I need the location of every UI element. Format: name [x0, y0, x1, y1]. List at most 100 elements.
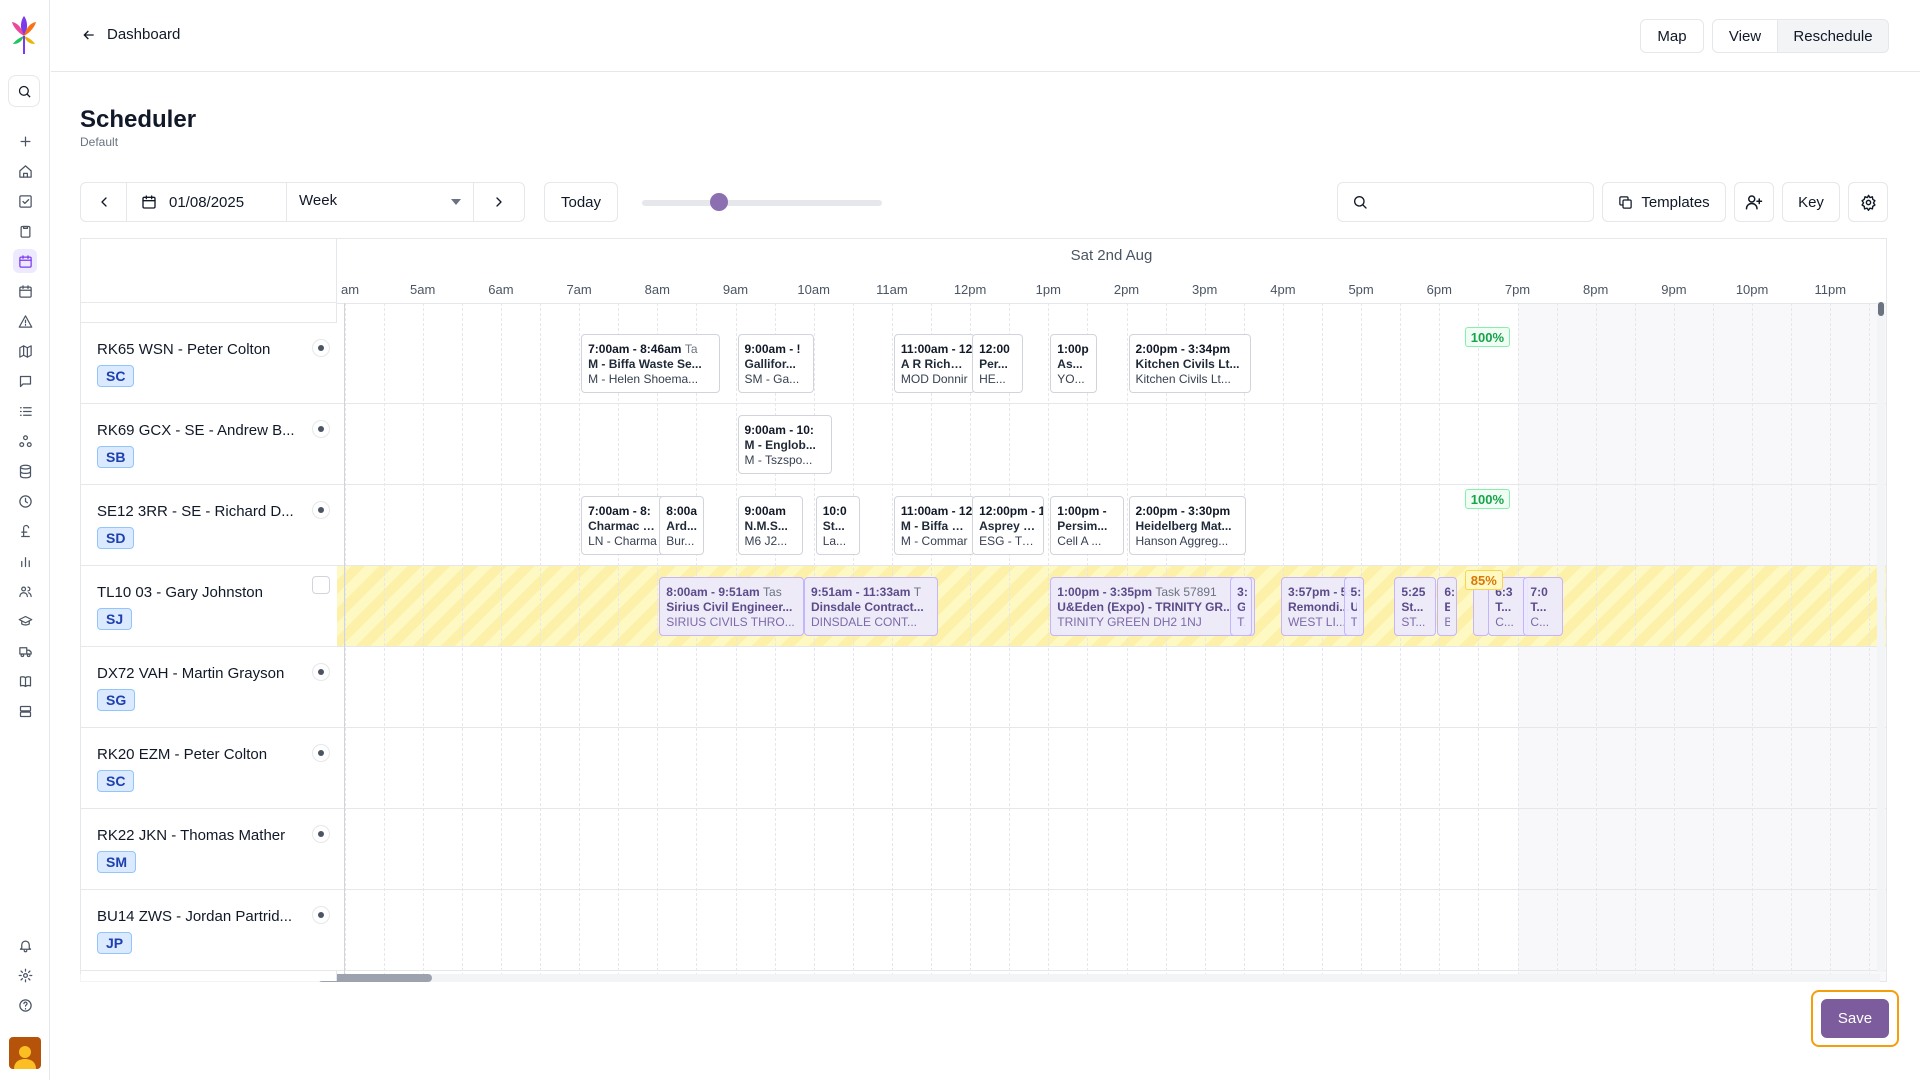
row-status-dot[interactable] [312, 663, 330, 681]
job-time: 2:00pm - 3:30pm [1135, 504, 1231, 518]
view-button[interactable]: View [1712, 19, 1778, 53]
database-icon[interactable] [13, 459, 37, 483]
job-card[interactable]: 7:0 T... C... [1523, 577, 1564, 636]
next-period-button[interactable] [473, 182, 525, 222]
server-icon[interactable] [13, 699, 37, 723]
calendar-icon[interactable] [13, 249, 37, 273]
row-track[interactable] [337, 728, 1886, 809]
truck-icon[interactable] [13, 639, 37, 663]
network-icon[interactable] [13, 429, 37, 453]
job-card[interactable]: 12:00pm - 1: Asprey St JoESG - Travis [972, 496, 1045, 555]
row-status-dot[interactable] [312, 420, 330, 438]
resource-row[interactable]: TL10 03 - Gary Johnston SJ [81, 566, 337, 647]
search-box[interactable] [1337, 182, 1594, 222]
job-card[interactable]: 7:00am - 8: Charmac Lir LN - Charma [581, 496, 666, 555]
resource-row[interactable]: DX72 VAH - Martin Grayson SG [81, 647, 337, 728]
job-card[interactable]: 1:00pm - 3:35pm Task 57891 U&Eden (Expo) … [1050, 577, 1256, 636]
zoom-slider-thumb[interactable] [710, 193, 728, 211]
row-status-dot[interactable] [312, 906, 330, 924]
row-status-dot[interactable] [312, 825, 330, 843]
job-card[interactable]: 1:00pm - Persim... Cell A ... [1050, 496, 1125, 555]
row-track[interactable] [337, 323, 1886, 404]
resource-row[interactable]: SE12 3RR - SE - Richard D... SD [81, 485, 337, 566]
row-track[interactable] [337, 647, 1886, 728]
job-card[interactable]: 7:00am - 8:46am Ta M - Biffa Waste Se... M… [581, 334, 721, 393]
map-button[interactable]: Map [1640, 19, 1704, 53]
resource-row[interactable]: RK22 JKN - Thomas Mather SM [81, 809, 337, 890]
job-card[interactable]: 11:00am - 12 A R RichardsMOD Donnir [893, 334, 975, 393]
row-status-dot[interactable] [312, 744, 330, 762]
hour-label: 9pm [1661, 282, 1687, 297]
job-card[interactable]: 9:51am - 11:33am T Dinsdale Contract... DI… [803, 577, 938, 636]
job-card[interactable]: 5:25 St... ST... [1394, 577, 1437, 636]
book-icon[interactable] [13, 669, 37, 693]
home-icon[interactable] [13, 159, 37, 183]
list-icon[interactable] [13, 399, 37, 423]
history-icon[interactable] [13, 489, 37, 513]
job-card[interactable]: 12:00 Per... HE... [972, 334, 1024, 393]
clipboard-icon[interactable] [13, 219, 37, 243]
scheduler-settings-button[interactable] [1848, 182, 1888, 222]
job-card[interactable]: 9:00am - ! Gallifor... SM - Ga... [737, 334, 814, 393]
search-input[interactable] [1378, 194, 1578, 210]
add-resource-button[interactable] [1734, 182, 1774, 222]
job-card[interactable]: 11:00am - 12 M - Biffa Wa M - Commar [893, 496, 975, 555]
job-customer: St... [1401, 600, 1424, 614]
job-card[interactable]: 2:00pm - 3:34pm Kitchen Civils Lt... Kitc… [1128, 334, 1251, 393]
job-card[interactable]: 9:00am N.M.S... M6 J2... [737, 496, 803, 555]
message-icon[interactable] [13, 369, 37, 393]
resource-row[interactable]: RK65 WSN - Peter Colton SC [81, 323, 337, 404]
calendar-clock-icon[interactable] [13, 279, 37, 303]
back-to-dashboard-link[interactable]: Dashboard [81, 26, 180, 43]
timeline: Sat 2nd Aug am 5am 6am 7am 8am 9am 10am 11am 12p… [337, 239, 1886, 981]
job-customer: Gallifor... [744, 357, 796, 371]
resource-row[interactable]: BU14 ZWS - Jordan Partrid... JP [81, 890, 337, 971]
header-divider [337, 303, 1886, 304]
row-track[interactable] [337, 890, 1886, 971]
range-select[interactable]: Week [286, 182, 474, 222]
settings-icon[interactable] [13, 963, 37, 987]
resource-row[interactable]: RK69 GCX - SE - Andrew B... SB [81, 404, 337, 485]
row-status-dot[interactable] [312, 339, 330, 357]
row-track[interactable] [337, 404, 1886, 485]
resource-row[interactable]: RK20 EZM - Peter Colton SC [81, 728, 337, 809]
job-card[interactable]: 9:00am - 10: M - Englob... M - Tszspo... [737, 415, 832, 474]
prev-period-button[interactable] [80, 182, 127, 222]
bar-chart-icon[interactable] [13, 549, 37, 573]
job-card[interactable]: 6: E.B. [1437, 577, 1458, 636]
graduation-cap-icon[interactable] [13, 609, 37, 633]
job-card[interactable]: 1:00p As... YO... [1050, 334, 1098, 393]
job-card[interactable]: 10:0 St... La... [815, 496, 860, 555]
job-card[interactable]: 8:00a Ard... Bur... [659, 496, 705, 555]
users-icon[interactable] [13, 579, 37, 603]
job-card[interactable]: 3: GT. [1230, 577, 1253, 636]
pound-icon[interactable] [13, 519, 37, 543]
alert-triangle-icon[interactable] [13, 309, 37, 333]
app-logo[interactable] [9, 14, 39, 56]
job-card[interactable]: 5: U.T. [1343, 577, 1364, 636]
vertical-scroll-thumb[interactable] [1878, 302, 1884, 316]
plus-icon[interactable] [13, 129, 37, 153]
today-button[interactable]: Today [544, 182, 618, 222]
reschedule-button[interactable]: Reschedule [1777, 19, 1889, 53]
check-square-icon[interactable] [13, 189, 37, 213]
row-track[interactable] [337, 809, 1886, 890]
zoom-slider-track[interactable] [642, 200, 882, 206]
save-button[interactable]: Save [1821, 999, 1889, 1038]
half-hour-gridline [461, 303, 463, 981]
search-icon[interactable] [8, 75, 40, 107]
job-card[interactable]: 8:00am - 9:51am Tas Sirius Civil Engineer… [659, 577, 805, 636]
key-button[interactable]: Key [1782, 182, 1840, 222]
hour-label: 4pm [1270, 282, 1296, 297]
job-time: 3: [1237, 585, 1248, 599]
help-icon[interactable] [13, 993, 37, 1017]
vertical-scrollbar[interactable] [1877, 302, 1885, 972]
date-picker[interactable]: 01/08/2025 [126, 182, 287, 222]
user-avatar[interactable] [9, 1037, 41, 1069]
row-status-dot[interactable] [312, 501, 330, 519]
row-select-checkbox[interactable] [312, 576, 330, 594]
map-icon[interactable] [13, 339, 37, 363]
job-card[interactable]: 2:00pm - 3:30pm Heidelberg Mat... Hanson … [1128, 496, 1246, 555]
templates-button[interactable]: Templates [1602, 182, 1726, 222]
bell-icon[interactable] [13, 933, 37, 957]
